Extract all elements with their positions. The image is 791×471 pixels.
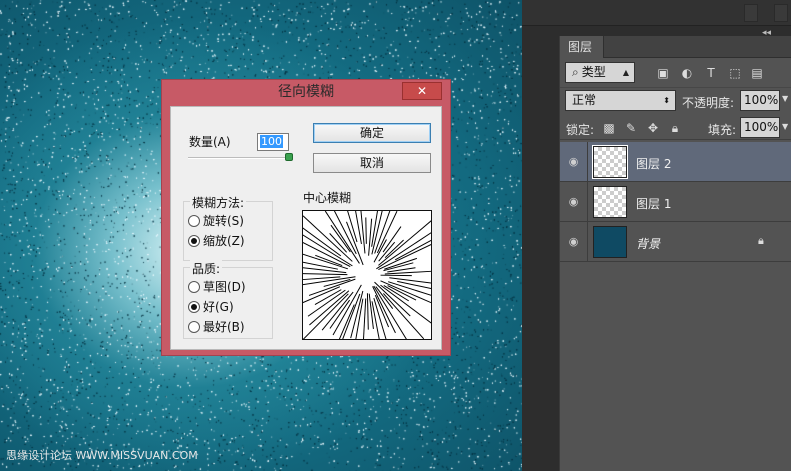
amount-slider-track[interactable]	[188, 157, 292, 159]
radio-best[interactable]: 最好(B)	[188, 320, 245, 334]
tab-layers[interactable]: 图层	[560, 36, 604, 58]
amount-value: 100	[260, 135, 283, 148]
amount-input[interactable]: 100	[257, 133, 289, 151]
preview-ray	[368, 218, 373, 256]
radio-label: 旋转(S)	[203, 214, 244, 228]
radio-circle	[188, 301, 200, 313]
blur-center-label: 中心模糊	[303, 191, 352, 205]
lock-brush-icon[interactable]: ✎	[624, 121, 638, 135]
blur-method-label: 模糊方法:	[190, 194, 247, 211]
blend-mode-value: 正常	[572, 93, 597, 107]
radio-good[interactable]: 好(G)	[188, 300, 234, 314]
preview-ray	[309, 290, 350, 326]
preview-ray	[378, 220, 431, 266]
layer-thumbnail	[592, 145, 628, 179]
shape-filter-icon[interactable]: ⬚	[728, 66, 742, 80]
preview-ray	[303, 273, 348, 276]
layer-name: 背景	[636, 237, 661, 251]
preview-ray	[363, 298, 367, 339]
adjustment-filter-icon[interactable]: ◐	[680, 66, 694, 80]
opacity-label: 不透明度:	[682, 96, 735, 110]
filter-row: ⌕ 类型 ▲ ▣ ◐ T ⬚ ▤	[560, 58, 791, 88]
radial-blur-dialog: 径向模糊 ✕ 数量(A) 100 确定 取消 模糊方法: 旋转(S) 缩放(Z)…	[161, 79, 451, 356]
radio-label: 好(G)	[203, 300, 234, 314]
preview-ray	[303, 293, 349, 339]
fill-dropdown-icon[interactable]: ▼	[782, 122, 788, 131]
chevron-updown-icon: ▲	[622, 68, 629, 77]
preview-ray	[383, 262, 414, 272]
opacity-input[interactable]: 100%	[740, 90, 780, 111]
radio-label: 最好(B)	[203, 320, 245, 334]
visibility-eye-icon[interactable]: ◉	[560, 182, 588, 222]
pixel-filter-icon[interactable]: ▣	[656, 66, 670, 80]
layer-row[interactable]: ◉ 背景 🔒︎	[560, 222, 791, 262]
radio-circle	[188, 235, 200, 247]
ok-button[interactable]: 确定	[313, 123, 431, 143]
cancel-button[interactable]: 取消	[313, 153, 431, 173]
layer-thumbnail	[593, 186, 627, 218]
radio-circle	[188, 321, 200, 333]
layer-name: 图层 2	[636, 157, 672, 171]
preview-ray	[365, 217, 367, 244]
visibility-eye-icon[interactable]: ◉	[560, 222, 588, 262]
blur-method-group: 模糊方法: 旋转(S) 缩放(Z)	[183, 194, 273, 261]
fill-input[interactable]: 100%	[740, 117, 780, 138]
lock-row: 锁定: ▩ ✎ ✥ 🔒︎ 填充: 100% ▼	[560, 116, 791, 140]
lock-position-icon[interactable]: ✥	[646, 121, 660, 135]
radio-label: 缩放(Z)	[203, 234, 245, 248]
amount-slider-thumb[interactable]	[285, 153, 293, 161]
blend-row: 正常 ⬍ 不透明度: 100% ▼	[560, 88, 791, 114]
visibility-eye-icon[interactable]: ◉	[560, 142, 588, 182]
chevron-updown-icon: ⬍	[663, 96, 670, 105]
top-toolbar-strip	[522, 0, 791, 26]
search-icon: ⌕	[572, 65, 579, 79]
radio-zoom[interactable]: 缩放(Z)	[188, 234, 245, 248]
amount-label: 数量(A)	[189, 135, 231, 149]
radio-label: 草图(D)	[203, 280, 246, 294]
kind-filter-select[interactable]: ⌕ 类型 ▲	[565, 62, 635, 83]
preview-ray	[366, 293, 369, 330]
preview-ray	[382, 293, 425, 339]
toolbar-button[interactable]	[774, 4, 788, 22]
blur-center-preview[interactable]	[302, 210, 432, 340]
lock-label: 锁定:	[566, 123, 595, 137]
quality-label: 品质:	[190, 260, 223, 277]
layer-name: 图层 1	[636, 197, 672, 211]
toolbar-button[interactable]	[744, 4, 758, 22]
preview-ray	[324, 211, 360, 264]
preview-ray	[355, 298, 364, 339]
layers-panel: 图层 ⌕ 类型 ▲ ▣ ◐ T ⬚ ▤ 正常 ⬍ 不透明度: 100% ▼ 锁定:…	[559, 36, 791, 471]
layer-thumbnail	[593, 226, 627, 258]
type-filter-icon[interactable]: T	[704, 66, 718, 80]
radio-spin[interactable]: 旋转(S)	[188, 214, 244, 228]
layer-lock-icon: 🔒︎	[758, 234, 764, 247]
opacity-dropdown-icon[interactable]: ▼	[782, 94, 788, 103]
panel-tab-bar: 图层	[560, 36, 791, 58]
close-icon[interactable]: ✕	[402, 82, 442, 100]
radio-draft[interactable]: 草图(D)	[188, 280, 246, 294]
preview-ray	[360, 211, 366, 254]
preview-ray	[397, 280, 431, 290]
blend-mode-select[interactable]: 正常 ⬍	[565, 90, 676, 111]
radio-circle	[188, 281, 200, 293]
dialog-body: 数量(A) 100 确定 取消 模糊方法: 旋转(S) 缩放(Z) 品质: 草图…	[170, 106, 442, 350]
smart-object-filter-icon[interactable]: ▤	[750, 66, 764, 80]
watermark: 思缘设计论坛 WWW.MISSVUAN.COM	[6, 449, 198, 462]
preview-ray	[368, 293, 374, 329]
radio-circle	[188, 215, 200, 227]
layer-row[interactable]: ◉ 图层 1	[560, 182, 791, 222]
kind-filter-label: 类型	[581, 65, 606, 79]
lock-all-icon[interactable]: 🔒︎	[668, 121, 682, 135]
fill-label: 填充:	[708, 123, 737, 137]
lock-transparency-icon[interactable]: ▩	[602, 121, 616, 135]
preview-ray	[384, 270, 431, 275]
layer-row[interactable]: ◉ 图层 2	[560, 142, 791, 182]
preview-ray	[308, 278, 356, 296]
quality-group: 品质: 草图(D) 好(G) 最好(B)	[183, 260, 273, 339]
